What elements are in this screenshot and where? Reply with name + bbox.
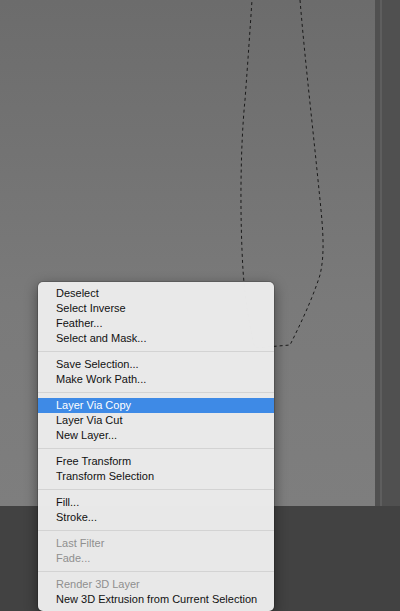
- menu-separator: [38, 489, 274, 490]
- menu-separator: [38, 530, 274, 531]
- menu-item[interactable]: Free Transform: [38, 454, 274, 469]
- menu-separator: [38, 571, 274, 572]
- menu-item[interactable]: Fill...: [38, 495, 274, 510]
- menu-separator: [38, 351, 274, 352]
- menu-item[interactable]: Deselect: [38, 286, 274, 301]
- menu-item[interactable]: New 3D Extrusion from Current Selection: [38, 592, 274, 607]
- menu-item[interactable]: Save Selection...: [38, 357, 274, 372]
- menu-item[interactable]: Feather...: [38, 316, 274, 331]
- menu-separator: [38, 392, 274, 393]
- menu-item[interactable]: Select Inverse: [38, 301, 274, 316]
- menu-item: Fade...: [38, 551, 274, 566]
- menu-item[interactable]: Make Work Path...: [38, 372, 274, 387]
- menu-item[interactable]: New Layer...: [38, 428, 274, 443]
- menu-item[interactable]: Select and Mask...: [38, 331, 274, 346]
- menu-item[interactable]: Transform Selection: [38, 469, 274, 484]
- menu-item: Render 3D Layer: [38, 577, 274, 592]
- scrollbar[interactable]: [375, 0, 400, 506]
- menu-separator: [38, 448, 274, 449]
- scrollbar-track: [380, 0, 382, 506]
- menu-item[interactable]: Layer Via Copy: [38, 398, 274, 413]
- menu-item[interactable]: Layer Via Cut: [38, 413, 274, 428]
- photoshop-screen: DeselectSelect InverseFeather...Select a…: [0, 0, 400, 611]
- context-menu: DeselectSelect InverseFeather...Select a…: [38, 282, 274, 611]
- menu-item[interactable]: Stroke...: [38, 510, 274, 525]
- menu-item: Last Filter: [38, 536, 274, 551]
